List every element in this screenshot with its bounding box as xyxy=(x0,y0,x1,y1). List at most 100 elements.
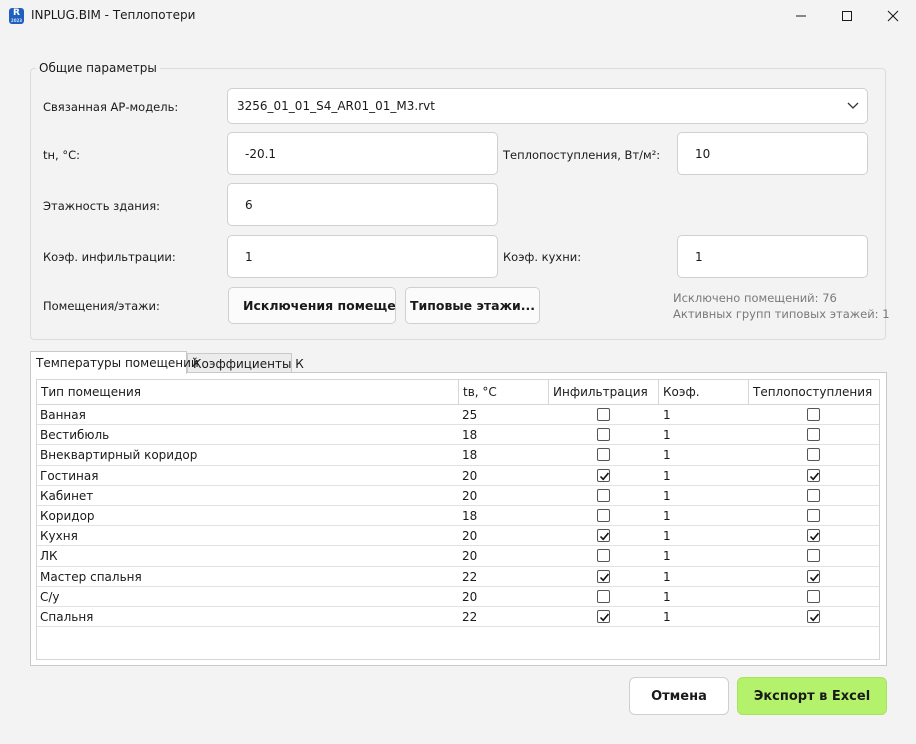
table-row[interactable]: С/у 20 1 xyxy=(37,587,879,607)
room-type-cell: Кухня xyxy=(40,529,78,544)
heat-gain-checkbox[interactable] xyxy=(807,589,820,603)
room-type-cell: С/у xyxy=(40,589,60,604)
infiltration-checkbox-checked[interactable] xyxy=(597,468,610,482)
tn-input[interactable]: -20.1 xyxy=(227,132,498,175)
linked-model-label: Связанная АР-модель: xyxy=(43,100,179,114)
general-params-title: Общие параметры xyxy=(36,61,160,75)
coef-cell: 1 xyxy=(663,589,671,604)
temperature-cell: 20 xyxy=(462,529,478,544)
room-type-cell: Спальня xyxy=(40,610,94,624)
table-row[interactable]: Вестибюль 18 1 xyxy=(37,425,879,446)
coef-cell: 1 xyxy=(663,569,671,584)
app-icon: R 2023 xyxy=(9,8,24,24)
floors-input[interactable]: 6 xyxy=(227,183,498,226)
room-exclusions-button[interactable]: Исключения помещений xyxy=(228,287,396,324)
room-type-cell: Гостиная xyxy=(40,468,99,483)
heat-gain-checkbox[interactable] xyxy=(807,448,820,462)
kitchen-coef-input[interactable]: 1 xyxy=(677,235,868,278)
table-row[interactable]: Ванная 25 1 xyxy=(37,405,879,426)
room-type-cell: Вестибюль xyxy=(40,428,110,443)
kitchen-coef-value: 1 xyxy=(695,249,703,264)
chevron-down-icon xyxy=(847,102,859,109)
table-row[interactable]: Внеквартирный коридор 18 1 xyxy=(37,445,879,466)
table-row[interactable]: ЛК 20 1 xyxy=(37,546,879,567)
coef-cell: 1 xyxy=(663,509,671,523)
table-row[interactable]: Коридор 18 1 xyxy=(37,506,879,527)
coef-cell: 1 xyxy=(663,488,671,503)
export-excel-button[interactable]: Экспорт в Excel xyxy=(737,677,887,715)
typical-groups-info: Активных групп типовых этажей: 1 xyxy=(673,307,890,321)
heat-gain-checkbox[interactable] xyxy=(807,408,820,421)
table-row[interactable]: Гостиная 20 1 xyxy=(37,466,879,486)
table-row[interactable]: Кухня 20 1 xyxy=(37,526,879,547)
heat-gain-checkbox-checked[interactable] xyxy=(807,468,820,482)
temperature-cell: 22 xyxy=(462,569,478,584)
infiltration-checkbox[interactable] xyxy=(597,428,610,442)
temperature-cell: 20 xyxy=(462,468,478,483)
table-row[interactable]: Кабинет 20 1 xyxy=(37,486,879,506)
temperature-cell: 22 xyxy=(462,610,478,624)
heat-gain-checkbox[interactable] xyxy=(807,428,820,442)
kitchen-coef-label: Коэф. кухни: xyxy=(503,250,582,264)
temperature-cell: 20 xyxy=(462,488,478,503)
infiltration-checkbox[interactable] xyxy=(597,549,610,563)
header-temperature[interactable]: tв, °С xyxy=(459,380,549,405)
room-type-cell: Мастер спальня xyxy=(40,569,142,584)
tab-coefficients-k[interactable]: Коэффициенты К xyxy=(187,353,304,373)
linked-model-select[interactable]: 3256_01_01_S4_AR01_01_M3.rvt xyxy=(227,88,868,124)
room-temperatures-table: Тип помещения tв, °С Инфильтрация Коэф. … xyxy=(36,379,880,660)
typical-floors-button[interactable]: Типовые этажи... xyxy=(405,287,540,324)
heat-gain-checkbox[interactable] xyxy=(807,509,820,522)
maximize-icon xyxy=(842,11,852,21)
title-bar: R 2023 INPLUG.BIM - Теплопотери xyxy=(0,0,916,32)
app-icon-letter: R xyxy=(13,8,20,18)
tn-label: tн, °С: xyxy=(43,148,80,162)
coef-cell: 1 xyxy=(663,610,671,624)
infiltration-checkbox[interactable] xyxy=(597,408,610,421)
room-type-cell: Коридор xyxy=(40,509,95,523)
maximize-button[interactable] xyxy=(824,0,870,32)
temperature-cell: 20 xyxy=(462,589,478,604)
infiltration-checkbox[interactable] xyxy=(597,589,610,603)
cancel-button[interactable]: Отмена xyxy=(629,677,729,715)
header-coef[interactable]: Коэф. xyxy=(659,380,749,405)
floors-label: Этажность здания: xyxy=(43,199,161,213)
floors-value: 6 xyxy=(245,197,253,212)
heat-gain-input[interactable]: 10 xyxy=(677,132,868,175)
heat-gain-value: 10 xyxy=(695,146,711,161)
infiltration-checkbox[interactable] xyxy=(597,488,610,502)
coef-cell: 1 xyxy=(663,448,671,463)
infiltration-checkbox[interactable] xyxy=(597,509,610,522)
infiltration-coef-input[interactable]: 1 xyxy=(227,235,498,278)
heat-gain-checkbox-checked[interactable] xyxy=(807,569,820,583)
header-infiltration[interactable]: Инфильтрация xyxy=(549,380,659,405)
infiltration-checkbox-checked[interactable] xyxy=(597,569,610,583)
infiltration-checkbox-checked[interactable] xyxy=(597,529,610,543)
rooms-floors-label: Помещения/этажи: xyxy=(43,299,160,313)
tab-room-temperatures[interactable]: Температуры помещений xyxy=(30,351,199,374)
coef-cell: 1 xyxy=(663,549,671,564)
table-header: Тип помещения tв, °С Инфильтрация Коэф. … xyxy=(37,380,879,405)
heat-gain-checkbox[interactable] xyxy=(807,488,820,502)
header-room-type[interactable]: Тип помещения xyxy=(37,380,459,405)
infiltration-coef-label: Коэф. инфильтрации: xyxy=(43,250,176,264)
header-heat-gain[interactable]: Теплопоступления xyxy=(749,380,879,405)
table-row[interactable]: Мастер спальня 22 1 xyxy=(37,567,879,587)
heat-gain-checkbox-checked[interactable] xyxy=(807,610,820,623)
heat-gain-checkbox-checked[interactable] xyxy=(807,529,820,543)
infiltration-checkbox[interactable] xyxy=(597,448,610,462)
close-icon xyxy=(887,10,899,22)
temperature-cell: 18 xyxy=(462,428,478,443)
infiltration-checkbox-checked[interactable] xyxy=(597,610,610,623)
table-row[interactable]: Спальня 22 1 xyxy=(37,607,879,628)
coef-cell: 1 xyxy=(663,468,671,483)
room-type-cell: Кабинет xyxy=(40,488,94,503)
heat-gain-checkbox[interactable] xyxy=(807,549,820,563)
temperature-cell: 18 xyxy=(462,509,478,523)
close-button[interactable] xyxy=(870,0,916,32)
temperature-cell: 20 xyxy=(462,549,478,564)
temperature-cell: 25 xyxy=(462,408,478,422)
coef-cell: 1 xyxy=(663,428,671,443)
room-type-cell: Внеквартирный коридор xyxy=(40,448,198,463)
minimize-button[interactable] xyxy=(778,0,824,32)
